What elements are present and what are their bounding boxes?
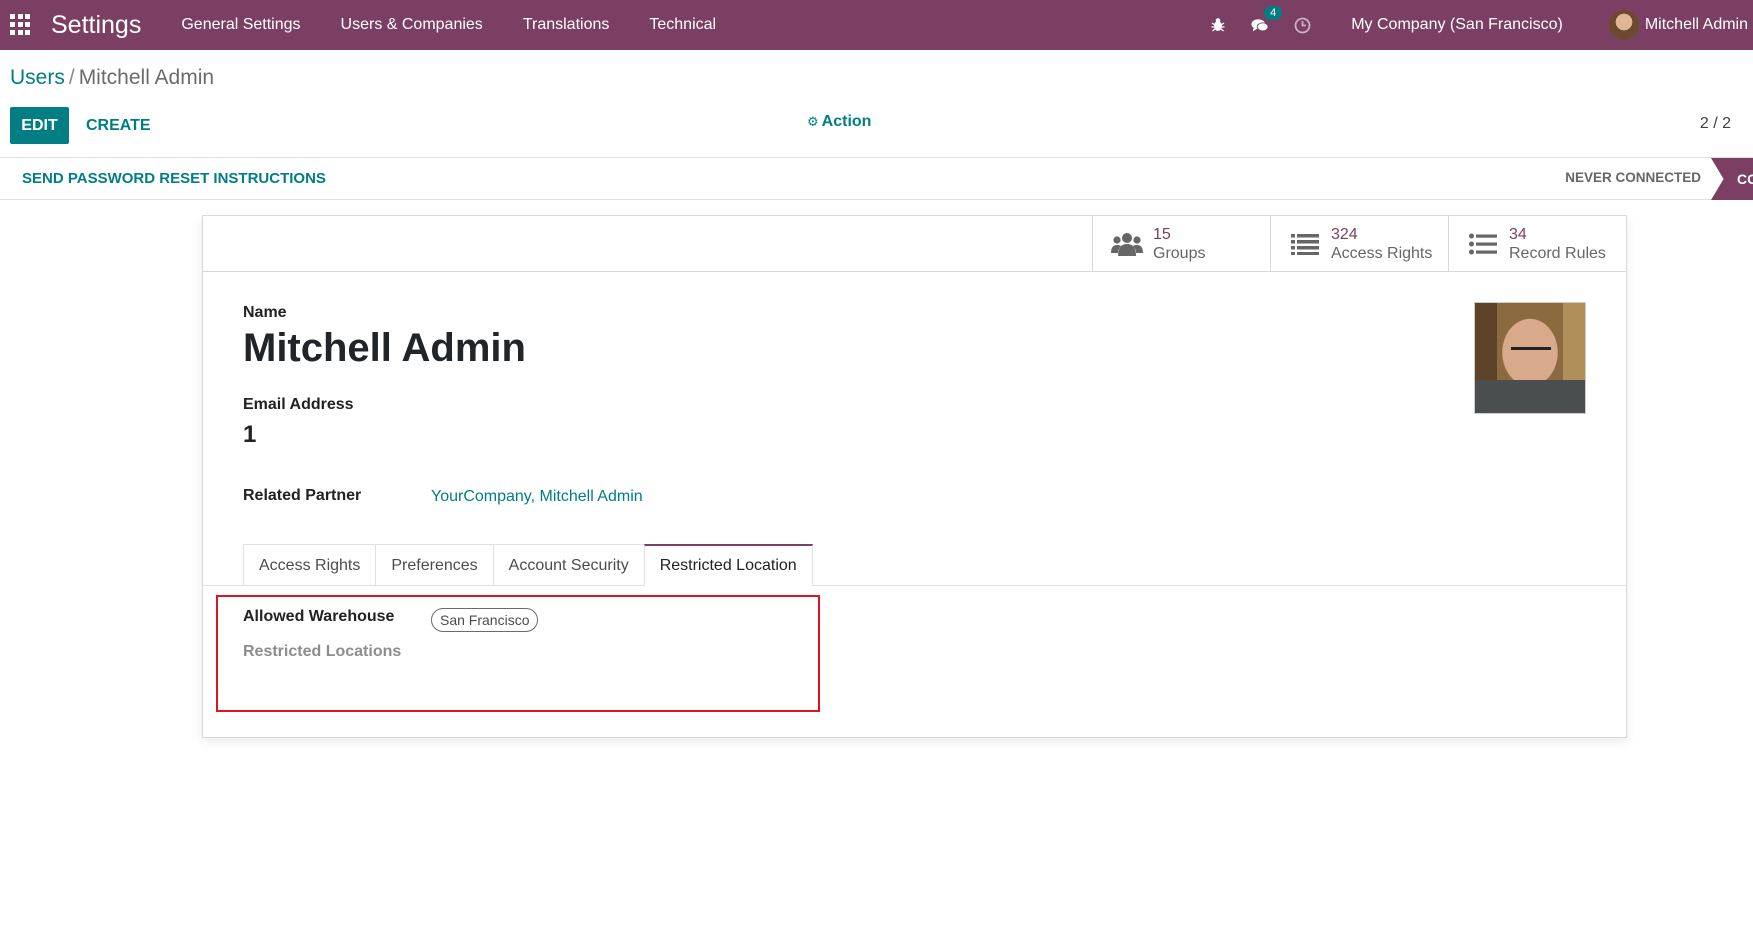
tab-restricted-location[interactable]: Restricted Location [643, 544, 813, 586]
tab-preferences[interactable]: Preferences [375, 544, 494, 586]
breadcrumb-current: Mitchell Admin [78, 66, 215, 89]
access-rights-count: 324 [1331, 225, 1358, 243]
tab-access-rights[interactable]: Access Rights [243, 544, 377, 586]
breadcrumb-separator: / [68, 66, 75, 89]
apps-grid-icon[interactable] [10, 14, 32, 36]
user-name: Mitchell Admin [243, 326, 526, 370]
form-statusbar: SEND PASSWORD RESET INSTRUCTIONS NEVER C… [0, 157, 1753, 200]
related-partner-link[interactable]: YourCompany, Mitchell Admin [431, 488, 643, 506]
users-icon [1111, 230, 1143, 258]
company-switcher[interactable]: My Company (San Francisco) [1351, 16, 1563, 34]
button-box-divider [203, 271, 1626, 272]
access-rights-label: Access Rights [1331, 244, 1433, 262]
tab-account-security[interactable]: Account Security [492, 544, 645, 586]
menu-users-companies[interactable]: Users & Companies [321, 16, 503, 34]
user-photo[interactable] [1474, 302, 1586, 414]
record-rules-smart-button[interactable]: 34 Record Rules [1448, 216, 1626, 271]
send-password-reset-button[interactable]: SEND PASSWORD RESET INSTRUCTIONS [22, 170, 326, 187]
create-button[interactable]: CREATE [86, 107, 151, 144]
allowed-warehouse-label: Allowed Warehouse [243, 608, 395, 625]
chat-icon[interactable]: 4 [1251, 6, 1283, 34]
tabs-divider [203, 585, 1626, 586]
email-value: 1 [243, 421, 257, 448]
warehouse-tag[interactable]: San Francisco [431, 608, 539, 632]
form-tabs: Access Rights Preferences Account Securi… [243, 544, 813, 586]
never-connected-status: NEVER CONNECTED [1565, 170, 1701, 185]
smart-button-box: 15 Groups 324 Access Rights 34 Record Ru… [1092, 216, 1626, 271]
menu-general-settings[interactable]: General Settings [161, 16, 320, 34]
breadcrumb-users[interactable]: Users [10, 66, 65, 89]
related-partner-label: Related Partner [243, 487, 362, 504]
stage-button[interactable]: CO [1711, 158, 1753, 200]
gear-icon: ⚙ [807, 114, 819, 129]
restricted-locations-label: Restricted Locations [243, 643, 402, 660]
clock-icon[interactable] [1293, 16, 1311, 34]
record-rules-count: 34 [1509, 225, 1527, 243]
form-sheet: 15 Groups 324 Access Rights 34 Record Ru… [202, 215, 1627, 738]
user-menu[interactable]: Mitchell Admin [1645, 16, 1748, 34]
app-title[interactable]: Settings [51, 11, 141, 40]
action-dropdown[interactable]: ⚙ Action [807, 113, 871, 131]
bug-icon[interactable] [1209, 16, 1227, 34]
list-icon [1467, 230, 1499, 258]
menu-translations[interactable]: Translations [503, 16, 630, 34]
record-rules-label: Record Rules [1509, 244, 1606, 262]
groups-count: 15 [1153, 225, 1171, 243]
top-navbar: Settings General Settings Users & Compan… [0, 0, 1753, 50]
messages-badge: 4 [1264, 6, 1283, 20]
groups-label: Groups [1153, 244, 1206, 262]
edit-button[interactable]: EDIT [10, 107, 69, 144]
pager[interactable]: 2 / 2 [1700, 115, 1731, 133]
breadcrumb: Users / Mitchell Admin [10, 66, 214, 90]
name-label: Name [243, 304, 287, 321]
groups-smart-button[interactable]: 15 Groups [1092, 216, 1270, 271]
action-label: Action [821, 113, 872, 130]
access-rights-smart-button[interactable]: 324 Access Rights [1270, 216, 1448, 271]
list-icon [1289, 230, 1321, 258]
email-label: Email Address [243, 396, 354, 413]
menu-technical[interactable]: Technical [629, 16, 736, 34]
user-avatar[interactable] [1608, 10, 1639, 40]
